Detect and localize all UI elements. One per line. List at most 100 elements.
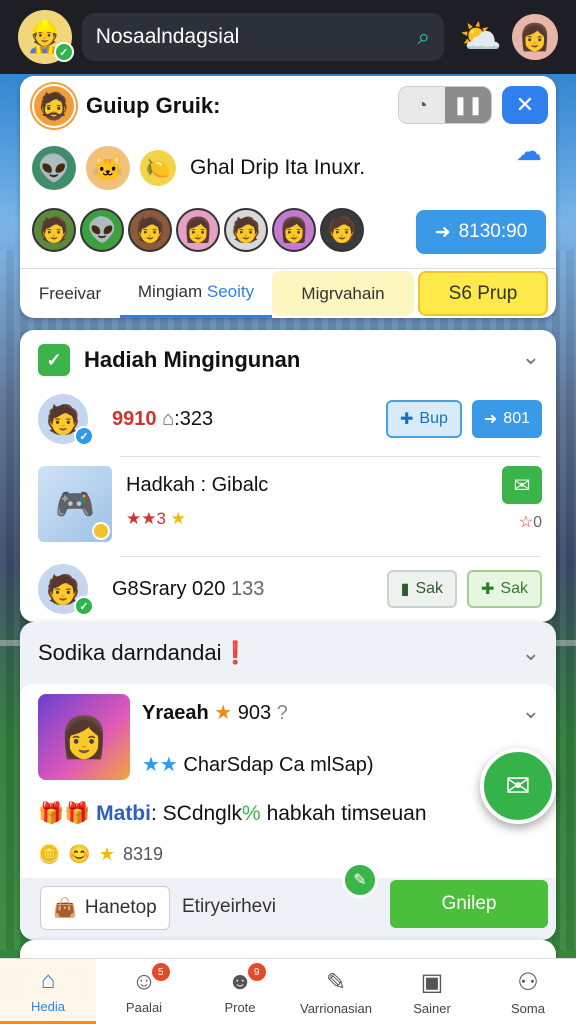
sak-green-label: Sak xyxy=(500,580,528,597)
star-icon: ★ xyxy=(98,844,115,864)
bup-label: Bup xyxy=(419,410,448,427)
gauge-icon[interactable]: ◔ xyxy=(399,87,445,123)
promo-item[interactable]: 👩 Yraeah ★ 903 ? ⌄ ★★ CharSdap Ca mlSap)… xyxy=(20,684,556,940)
group-avatar: 🧔 xyxy=(32,84,76,128)
close-icon: ✕ xyxy=(515,92,535,117)
tab-mingiam[interactable]: Mingiam Seoity xyxy=(120,269,272,318)
promo-line2-b: SCdnglk xyxy=(162,802,243,825)
star-icon: ★ xyxy=(214,702,233,724)
nav-item-paalai[interactable]: 5 ☺ Paalai xyxy=(96,959,192,1024)
weather-icon[interactable]: ⛅ xyxy=(460,17,502,57)
small-rating: ☆0 xyxy=(519,512,542,532)
member-avatar[interactable]: 🧑 xyxy=(128,208,172,252)
row-text-main: G8Srary 020 xyxy=(112,577,226,600)
profile-avatar[interactable]: 👷 ✓ xyxy=(18,10,74,64)
sak-button[interactable]: ▮ Sak xyxy=(386,570,458,608)
member-avatar[interactable]: 🧑 xyxy=(320,208,364,252)
puzzle-icon: ✚ xyxy=(481,581,495,598)
star-icon: ★★ xyxy=(142,754,178,776)
member-avatar[interactable]: 🧑 xyxy=(224,208,268,252)
bup-button[interactable]: ✚ Bup xyxy=(386,400,462,438)
star-icon: ☆ xyxy=(518,514,534,531)
nav-item-prote[interactable]: 9 ☻ Prote xyxy=(192,959,288,1024)
item-title: Hadkah : Gibalc xyxy=(126,474,269,496)
nav-label: Prote xyxy=(224,1000,256,1015)
search-bar[interactable]: Nosaalndagsial ⌕ xyxy=(81,13,444,61)
points-row: 🪙 😊 ★ 8319 xyxy=(38,844,163,865)
member-avatar[interactable]: 👩 xyxy=(272,208,316,252)
member-avatar[interactable]: 👽 xyxy=(80,208,124,252)
time-button[interactable]: ➜ 8130:90 xyxy=(416,210,546,254)
rewards-icon: ✓ xyxy=(38,344,70,376)
chevron-down-icon[interactable]: ⌄ xyxy=(522,344,540,370)
bottom-nav: ⌂ Hedia 5 ☺ Paalai 9 ☻ Prote ✎ Varrionas… xyxy=(0,958,576,1024)
nav-item-soma[interactable]: ⚇ Soma xyxy=(480,959,576,1024)
cat-avatar: 🐱 xyxy=(86,146,130,190)
tab-label: Freeivar xyxy=(38,283,102,303)
sak-green-button[interactable]: ✚ Sak xyxy=(467,570,542,608)
nav-item-varrionasian[interactable]: ✎ Varrionasian xyxy=(288,959,384,1024)
group-subtitle: Ghal Drip Ita Inuxr. xyxy=(190,156,366,179)
time-button-label: 8130:90 xyxy=(458,221,528,242)
user-avatar[interactable]: 👩 xyxy=(512,14,558,60)
search-input[interactable]: Nosaalndagsial xyxy=(96,25,418,49)
chat-button[interactable]: ✉ xyxy=(502,466,542,504)
promo-card: Sodika darndandai❗ ⌄ 👩 Yraeah ★ 903 ? ⌄ … xyxy=(20,622,556,940)
send-label: 801 xyxy=(503,410,530,427)
member-avatar[interactable]: 🧑 xyxy=(32,208,76,252)
promo-line: ★★ CharSdap Ca mlSap) xyxy=(142,752,374,777)
pin-icon: ❗ xyxy=(221,640,249,665)
coin-icon xyxy=(92,522,110,540)
tab-freeivar[interactable]: Freeivar xyxy=(20,269,120,318)
nav-item-sainer[interactable]: ▣ Sainer xyxy=(384,959,480,1024)
row-value-red: 9910 xyxy=(112,407,157,430)
shop-label: Hanetop xyxy=(84,897,157,918)
tab-label: Mingiam xyxy=(137,282,203,301)
tab-label: S6 Prup xyxy=(448,282,518,304)
nav-badge: 9 xyxy=(247,963,266,981)
nav-label: Hedia xyxy=(31,998,65,1014)
promo-section-title: Sodika darndandai❗ xyxy=(38,640,249,666)
pause-icon[interactable]: ❚❚ xyxy=(445,87,491,123)
close-button[interactable]: ✕ xyxy=(502,86,548,124)
arrow-icon: ➜ xyxy=(483,411,498,428)
row-value-rest: :323 xyxy=(174,407,214,430)
rewards-title: Hadiah Mingingunan xyxy=(84,347,301,372)
divider xyxy=(120,556,540,557)
member-avatar[interactable]: 👩 xyxy=(176,208,220,252)
tab-prup[interactable]: S6 Prup xyxy=(418,271,548,316)
home-icon: ⌂ xyxy=(40,966,56,994)
game-thumbnail: 🎮 xyxy=(38,466,112,542)
percent-icon: % xyxy=(242,802,261,825)
mail-fab[interactable]: ✉ xyxy=(480,748,556,824)
star-rating: ★★3 ★ xyxy=(126,509,268,529)
promo-line-text: CharSdap Ca mlSap) xyxy=(183,754,374,776)
list-item[interactable]: 🧑 ✓ G8Srary 020 133 ▮ Sak ✚ Sak xyxy=(38,564,542,616)
rewards-card: ✓ Hadiah Mingingunan ⌄ 🧑 ✓ 9910 ⌂:323 ✚ Bu… xyxy=(20,330,556,622)
group-card: 🧔 Guiup Gruik: ◔ ❚❚ ✕ 👽 🐱 🍋 Ghal Drip It… xyxy=(20,76,556,318)
nav-item-home[interactable]: ⌂ Hedia xyxy=(0,959,96,1024)
pencil-icon: ✎ xyxy=(353,872,367,889)
member-avatars: 🧑 👽 🧑 👩 🧑 👩 🧑 xyxy=(32,208,364,252)
tab-migrvahain[interactable]: Migrvahain xyxy=(272,271,414,316)
edit-fab[interactable]: ✎ xyxy=(342,862,378,898)
list-item[interactable]: 🧑 ✓ 9910 ⌂:323 ✚ Bup ➜ 801 xyxy=(38,394,542,446)
send-button[interactable]: ➜ 801 xyxy=(471,400,542,438)
chevron-down-icon[interactable]: ⌄ xyxy=(522,640,540,666)
group-tabs: Freeivar Mingiam Seoity Migrvahain S6 Pr… xyxy=(20,268,556,318)
promo-actions: 👜 Hanetop Etiryeirhevi ✎ Gnilep xyxy=(20,862,556,940)
row-value: 9910 ⌂:323 xyxy=(112,408,213,431)
promo-title-text: Yraeah xyxy=(142,702,209,724)
view-toggle[interactable]: ◔ ❚❚ xyxy=(398,86,492,124)
profile-icon: ⚇ xyxy=(517,968,539,996)
chevron-down-icon[interactable]: ⌄ xyxy=(522,698,540,724)
list-item[interactable]: 🎮 Hadkah : Gibalc ★★3 ★ ✉ ☆0 xyxy=(38,466,542,546)
primary-green-button[interactable]: Gnilep xyxy=(390,880,548,928)
cloud-icon[interactable]: ☁ xyxy=(516,136,542,167)
gift-box-icon: 🎁🎁 xyxy=(38,802,91,825)
group-title: Guiup Gruik: xyxy=(86,93,221,118)
primary-green-label: Gnilep xyxy=(441,893,497,914)
search-icon[interactable]: ⌕ xyxy=(418,24,430,50)
shop-button[interactable]: 👜 Hanetop xyxy=(40,886,170,930)
bag-icon: 👜 xyxy=(53,898,77,919)
